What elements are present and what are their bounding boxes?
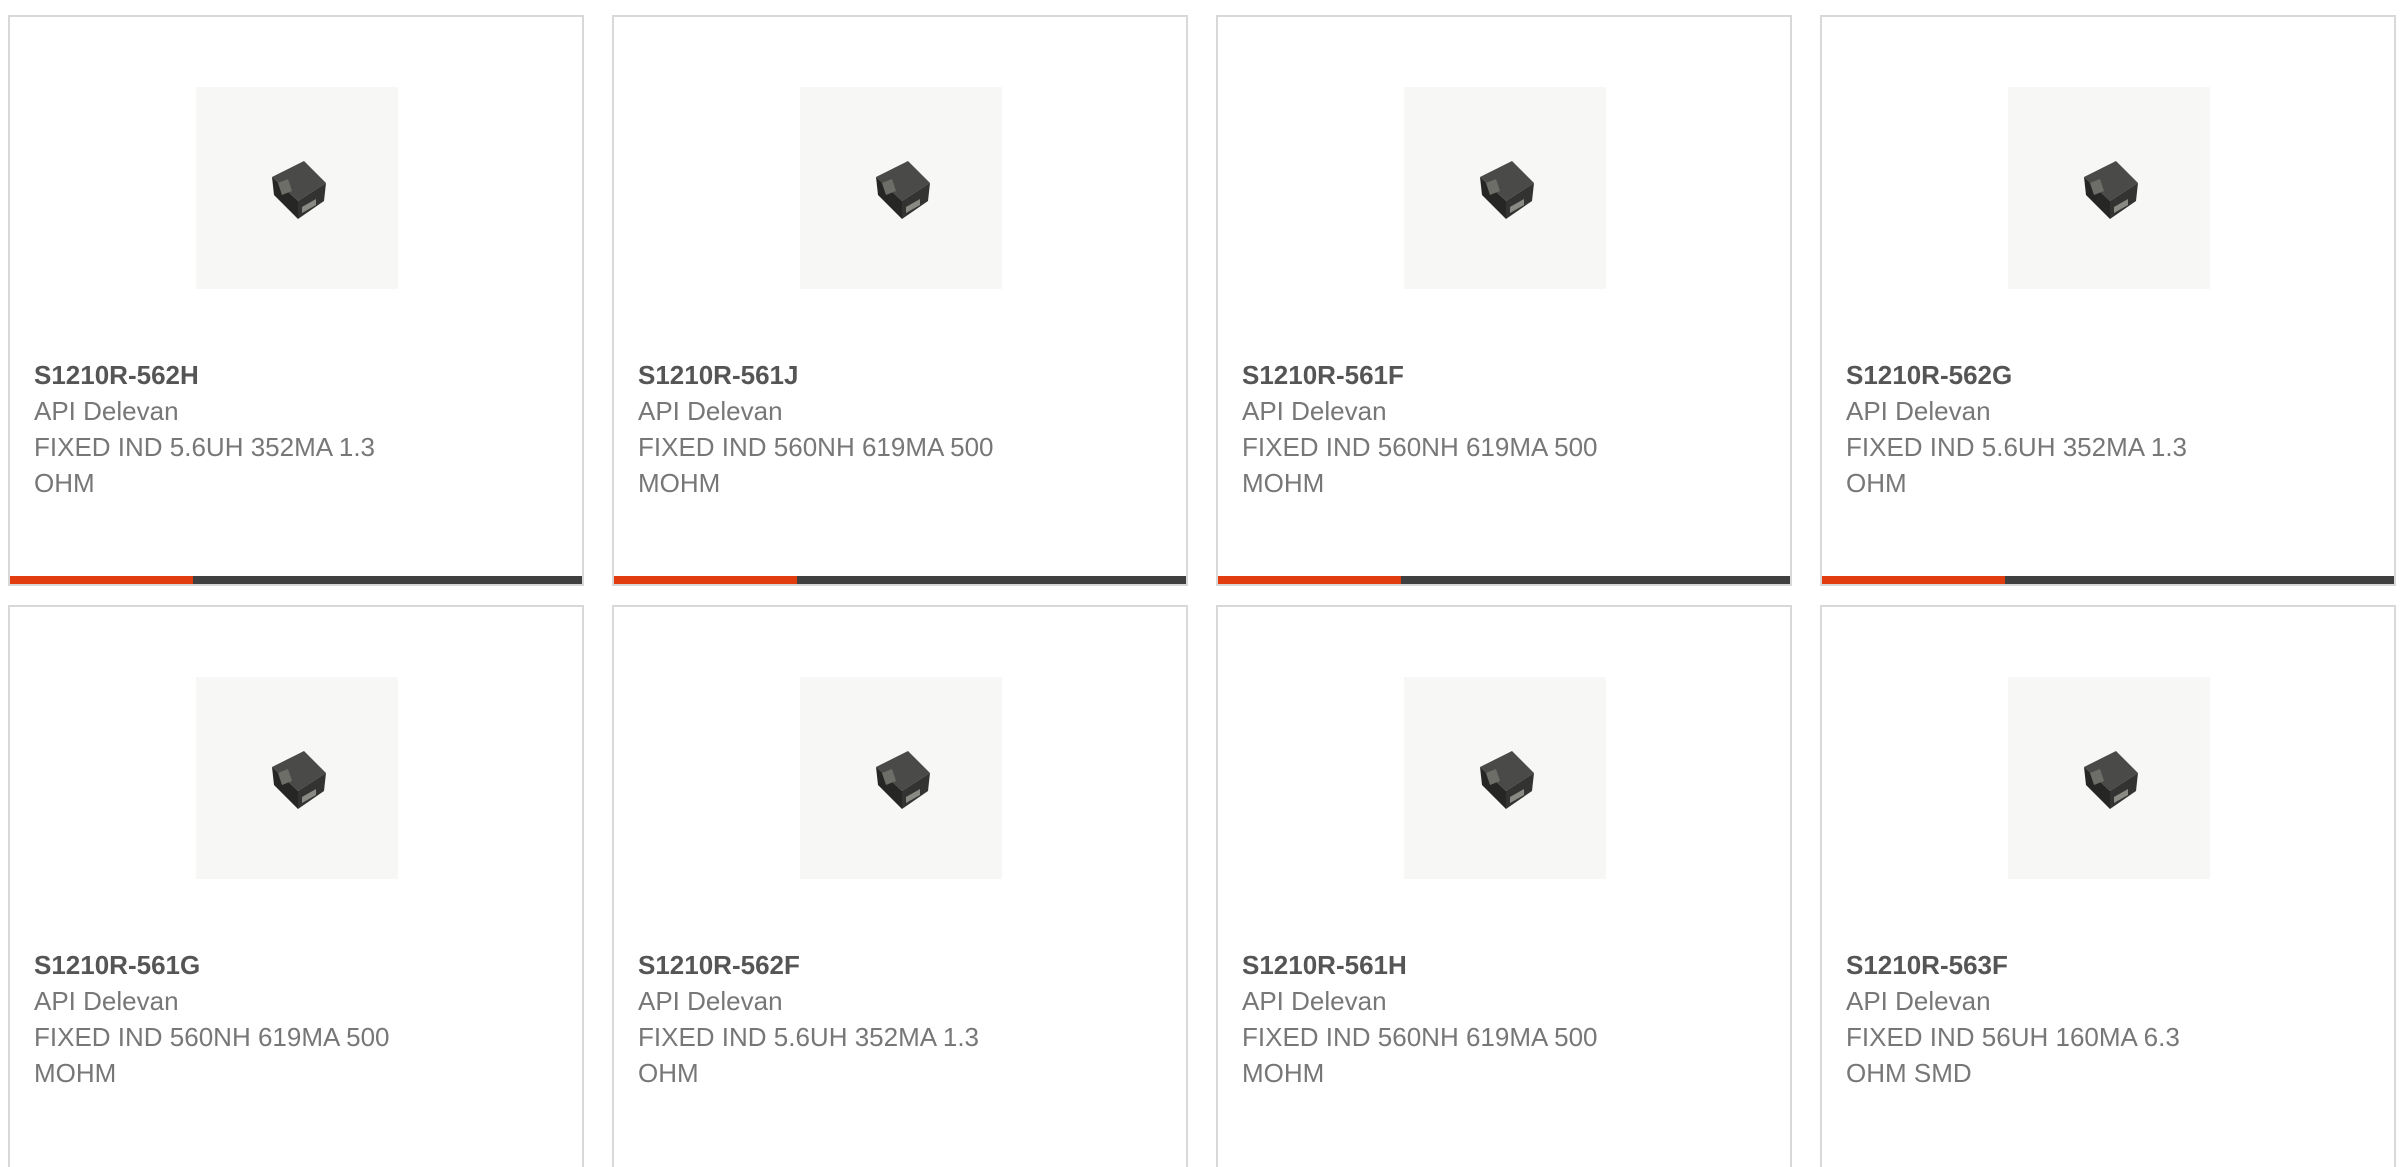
progress-fill (10, 576, 194, 584)
manufacturer-name: API Delevan (1242, 396, 1387, 426)
product-card[interactable]: S1210R-561J API Delevan FIXED IND 560NH … (612, 15, 1188, 586)
product-info: S1210R-561H API Delevan FIXED IND 560NH … (1242, 947, 1766, 1091)
progress-bar (1822, 576, 2394, 584)
product-card[interactable]: S1210R-563F API Delevan FIXED IND 56UH 1… (1820, 605, 2396, 1167)
product-description: FIXED IND 560NH 619MA 500 MOHM (1242, 1022, 1598, 1088)
product-description: FIXED IND 560NH 619MA 500 MOHM (638, 432, 994, 498)
product-card[interactable]: S1210R-562F API Delevan FIXED IND 5.6UH … (612, 605, 1188, 1167)
product-card[interactable]: S1210R-562G API Delevan FIXED IND 5.6UH … (1820, 15, 2396, 586)
part-number[interactable]: S1210R-562G (1846, 357, 2370, 393)
manufacturer-name: API Delevan (1242, 986, 1387, 1016)
progress-fill (614, 576, 798, 584)
product-card[interactable]: S1210R-561G API Delevan FIXED IND 560NH … (8, 605, 584, 1167)
progress-bar (614, 576, 1186, 584)
inductor-chip-icon (272, 751, 326, 809)
inductor-chip-icon (1480, 751, 1534, 809)
product-info: S1210R-561G API Delevan FIXED IND 560NH … (34, 947, 558, 1091)
inductor-chip-icon (272, 161, 326, 219)
part-number[interactable]: S1210R-561F (1242, 357, 1766, 393)
product-image[interactable] (196, 87, 398, 289)
inductor-chip-icon (1480, 161, 1534, 219)
product-image[interactable] (800, 677, 1002, 879)
product-description: FIXED IND 5.6UH 352MA 1.3 OHM (1846, 432, 2188, 498)
progress-bar (1218, 576, 1790, 584)
product-description: FIXED IND 5.6UH 352MA 1.3 OHM (34, 432, 376, 498)
manufacturer-name: API Delevan (34, 986, 179, 1016)
product-image[interactable] (1404, 677, 1606, 879)
manufacturer-name: API Delevan (1846, 986, 1991, 1016)
product-info: S1210R-562F API Delevan FIXED IND 5.6UH … (638, 947, 1162, 1091)
manufacturer-name: API Delevan (1846, 396, 1991, 426)
product-info: S1210R-563F API Delevan FIXED IND 56UH 1… (1846, 947, 2370, 1091)
product-description: FIXED IND 560NH 619MA 500 MOHM (34, 1022, 390, 1088)
progress-fill (1822, 576, 2006, 584)
inductor-chip-icon (876, 751, 930, 809)
product-description: FIXED IND 5.6UH 352MA 1.3 OHM (638, 1022, 980, 1088)
part-number[interactable]: S1210R-562H (34, 357, 558, 393)
product-card[interactable]: S1210R-562H API Delevan FIXED IND 5.6UH … (8, 15, 584, 586)
product-info: S1210R-561J API Delevan FIXED IND 560NH … (638, 357, 1162, 501)
inductor-chip-icon (876, 161, 930, 219)
inductor-chip-icon (2084, 161, 2138, 219)
product-image[interactable] (2008, 677, 2210, 879)
product-info: S1210R-562H API Delevan FIXED IND 5.6UH … (34, 357, 558, 501)
product-card[interactable]: S1210R-561H API Delevan FIXED IND 560NH … (1216, 605, 1792, 1167)
part-number[interactable]: S1210R-561H (1242, 947, 1766, 983)
part-number[interactable]: S1210R-561G (34, 947, 558, 983)
manufacturer-name: API Delevan (638, 396, 783, 426)
manufacturer-name: API Delevan (638, 986, 783, 1016)
manufacturer-name: API Delevan (34, 396, 179, 426)
product-image[interactable] (2008, 87, 2210, 289)
product-info: S1210R-561F API Delevan FIXED IND 560NH … (1242, 357, 1766, 501)
part-number[interactable]: S1210R-562F (638, 947, 1162, 983)
product-info: S1210R-562G API Delevan FIXED IND 5.6UH … (1846, 357, 2370, 501)
product-grid: S1210R-562H API Delevan FIXED IND 5.6UH … (0, 0, 2400, 1167)
product-description: FIXED IND 560NH 619MA 500 MOHM (1242, 432, 1598, 498)
product-image[interactable] (1404, 87, 1606, 289)
product-image[interactable] (800, 87, 1002, 289)
progress-bar (10, 576, 582, 584)
part-number[interactable]: S1210R-561J (638, 357, 1162, 393)
product-description: FIXED IND 56UH 160MA 6.3 OHM SMD (1846, 1022, 2180, 1088)
part-number[interactable]: S1210R-563F (1846, 947, 2370, 983)
progress-fill (1218, 576, 1402, 584)
inductor-chip-icon (2084, 751, 2138, 809)
product-image[interactable] (196, 677, 398, 879)
product-card[interactable]: S1210R-561F API Delevan FIXED IND 560NH … (1216, 15, 1792, 586)
